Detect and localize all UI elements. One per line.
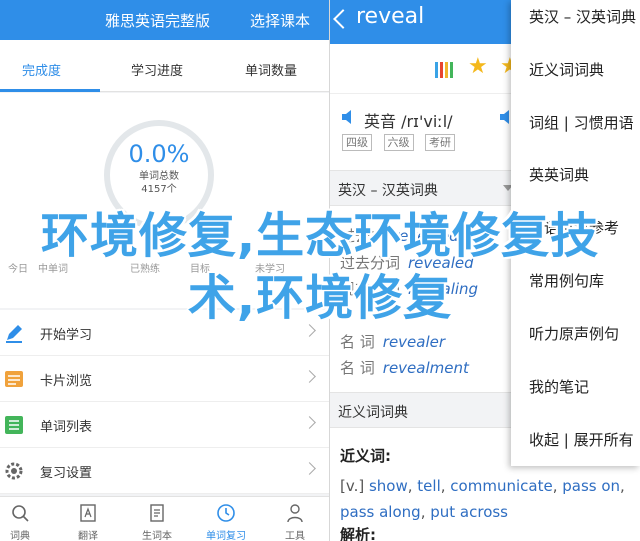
cards-icon [5, 371, 23, 387]
menu-item-label: 卡片浏览 [40, 374, 93, 389]
menu-item-label: 复习设置 [40, 466, 93, 481]
jump-menu-item[interactable]: 英英词典 [529, 164, 589, 185]
star-icon[interactable]: ★ [468, 54, 488, 79]
word-form-label: 名 词 [340, 359, 375, 377]
translate-icon [80, 504, 96, 522]
uk-pronunciation: 英音 /rɪ'viːl/ [364, 112, 453, 131]
completion-percent: 0.0% [128, 140, 190, 168]
analysis-title: 解析: [340, 526, 376, 541]
synonym-link[interactable]: pass along [340, 503, 421, 521]
search-icon [12, 505, 29, 522]
nav-word-book[interactable]: 生词本 [127, 497, 187, 541]
jump-menu-item[interactable]: 词组 | 习惯用语 [529, 112, 634, 133]
chevron-right-icon [303, 462, 316, 475]
clock-icon [217, 504, 235, 522]
nav-tools[interactable]: 工具 [265, 497, 325, 541]
word-form-row: 名 词 revealment [340, 357, 469, 378]
exam-tag: 六级 [383, 134, 414, 151]
section-title: 英汉 – 汉英词典 [338, 183, 438, 199]
nav-translate[interactable]: 翻译 [58, 497, 118, 541]
app-header: 雅思英语完整版 选择课本 [0, 0, 329, 40]
tab-progress[interactable]: 学习进度 [131, 60, 183, 79]
exam-tags: 四级 六级 考研 [342, 134, 463, 151]
synonym-link[interactable]: put across [430, 503, 508, 521]
nav-label: 翻译 [78, 531, 98, 541]
list-icon [5, 416, 23, 434]
jump-menu-item[interactable]: 英汉 – 汉英词典 [529, 6, 636, 27]
person-icon [287, 504, 303, 523]
synonym-link[interactable]: tell [417, 477, 440, 495]
tab-word-count[interactable]: 单词数量 [245, 60, 297, 79]
word-form-row: 名 词 revealer [340, 331, 445, 352]
speaker-icon[interactable] [342, 110, 354, 124]
synonym-link[interactable]: show [369, 477, 408, 495]
tab-completion[interactable]: 完成度 [22, 60, 61, 79]
watermark-text: 环境修复,生态环境修复技术,环境修复 [40, 208, 600, 326]
exam-tag: 四级 [342, 134, 372, 151]
synonyms-title: 近义词: [340, 447, 391, 465]
word-form-value[interactable]: revealer [383, 333, 445, 351]
nav-label: 工具 [285, 531, 305, 541]
frequency-bars-icon [435, 62, 455, 82]
chevron-right-icon [303, 370, 316, 383]
headword: reveal [356, 4, 425, 29]
exam-tag: 考研 [425, 134, 455, 151]
jump-menu-item[interactable]: 近义词词典 [529, 59, 604, 80]
menu-item-review-settings[interactable]: 复习设置 [0, 448, 329, 494]
study-menu: 开始学习 卡片浏览 单词列表 复习设置 [0, 310, 329, 494]
select-textbook-button[interactable]: 选择课本 [250, 10, 310, 31]
word-total-caption: 单词总数 [139, 171, 179, 182]
nav-label: 单词复习 [206, 531, 246, 541]
word-total-count: 4157个 [141, 184, 177, 195]
part-of-speech: [v.] [340, 477, 365, 495]
chevron-right-icon [303, 416, 316, 429]
synonym-link[interactable]: pass on [562, 477, 620, 495]
notebook-icon [150, 504, 164, 522]
word-form-label: 名 词 [340, 333, 375, 351]
synonym-link[interactable]: communicate [450, 477, 552, 495]
gear-icon [5, 462, 23, 480]
menu-item-word-list[interactable]: 单词列表 [0, 402, 329, 448]
jump-menu-item[interactable]: 收起 | 展开所有 [529, 429, 634, 450]
bottom-nav: 词典 翻译 生词本 单词复习 工具 [0, 496, 329, 541]
book-title: 雅思英语完整版 [105, 12, 211, 30]
active-tab-indicator [0, 89, 100, 92]
nav-dictionary[interactable]: 词典 [0, 497, 50, 541]
section-title: 近义词词典 [338, 405, 408, 421]
jump-menu-item[interactable]: 我的笔记 [529, 376, 589, 397]
word-form-value[interactable]: revealment [383, 359, 469, 377]
menu-item-card-browse[interactable]: 卡片浏览 [0, 356, 329, 402]
back-arrow-icon[interactable] [333, 9, 353, 29]
nav-word-review[interactable]: 单词复习 [196, 497, 256, 541]
synonym-list: [v.] show, tell, communicate, pass on, p… [340, 477, 625, 521]
nav-label: 词典 [10, 531, 30, 541]
word-total: 单词总数 4157个 [104, 170, 214, 196]
nav-label: 生词本 [142, 531, 172, 541]
menu-item-label: 单词列表 [40, 420, 93, 435]
stats-tabs: 完成度 学习进度 单词数量 [0, 40, 329, 92]
